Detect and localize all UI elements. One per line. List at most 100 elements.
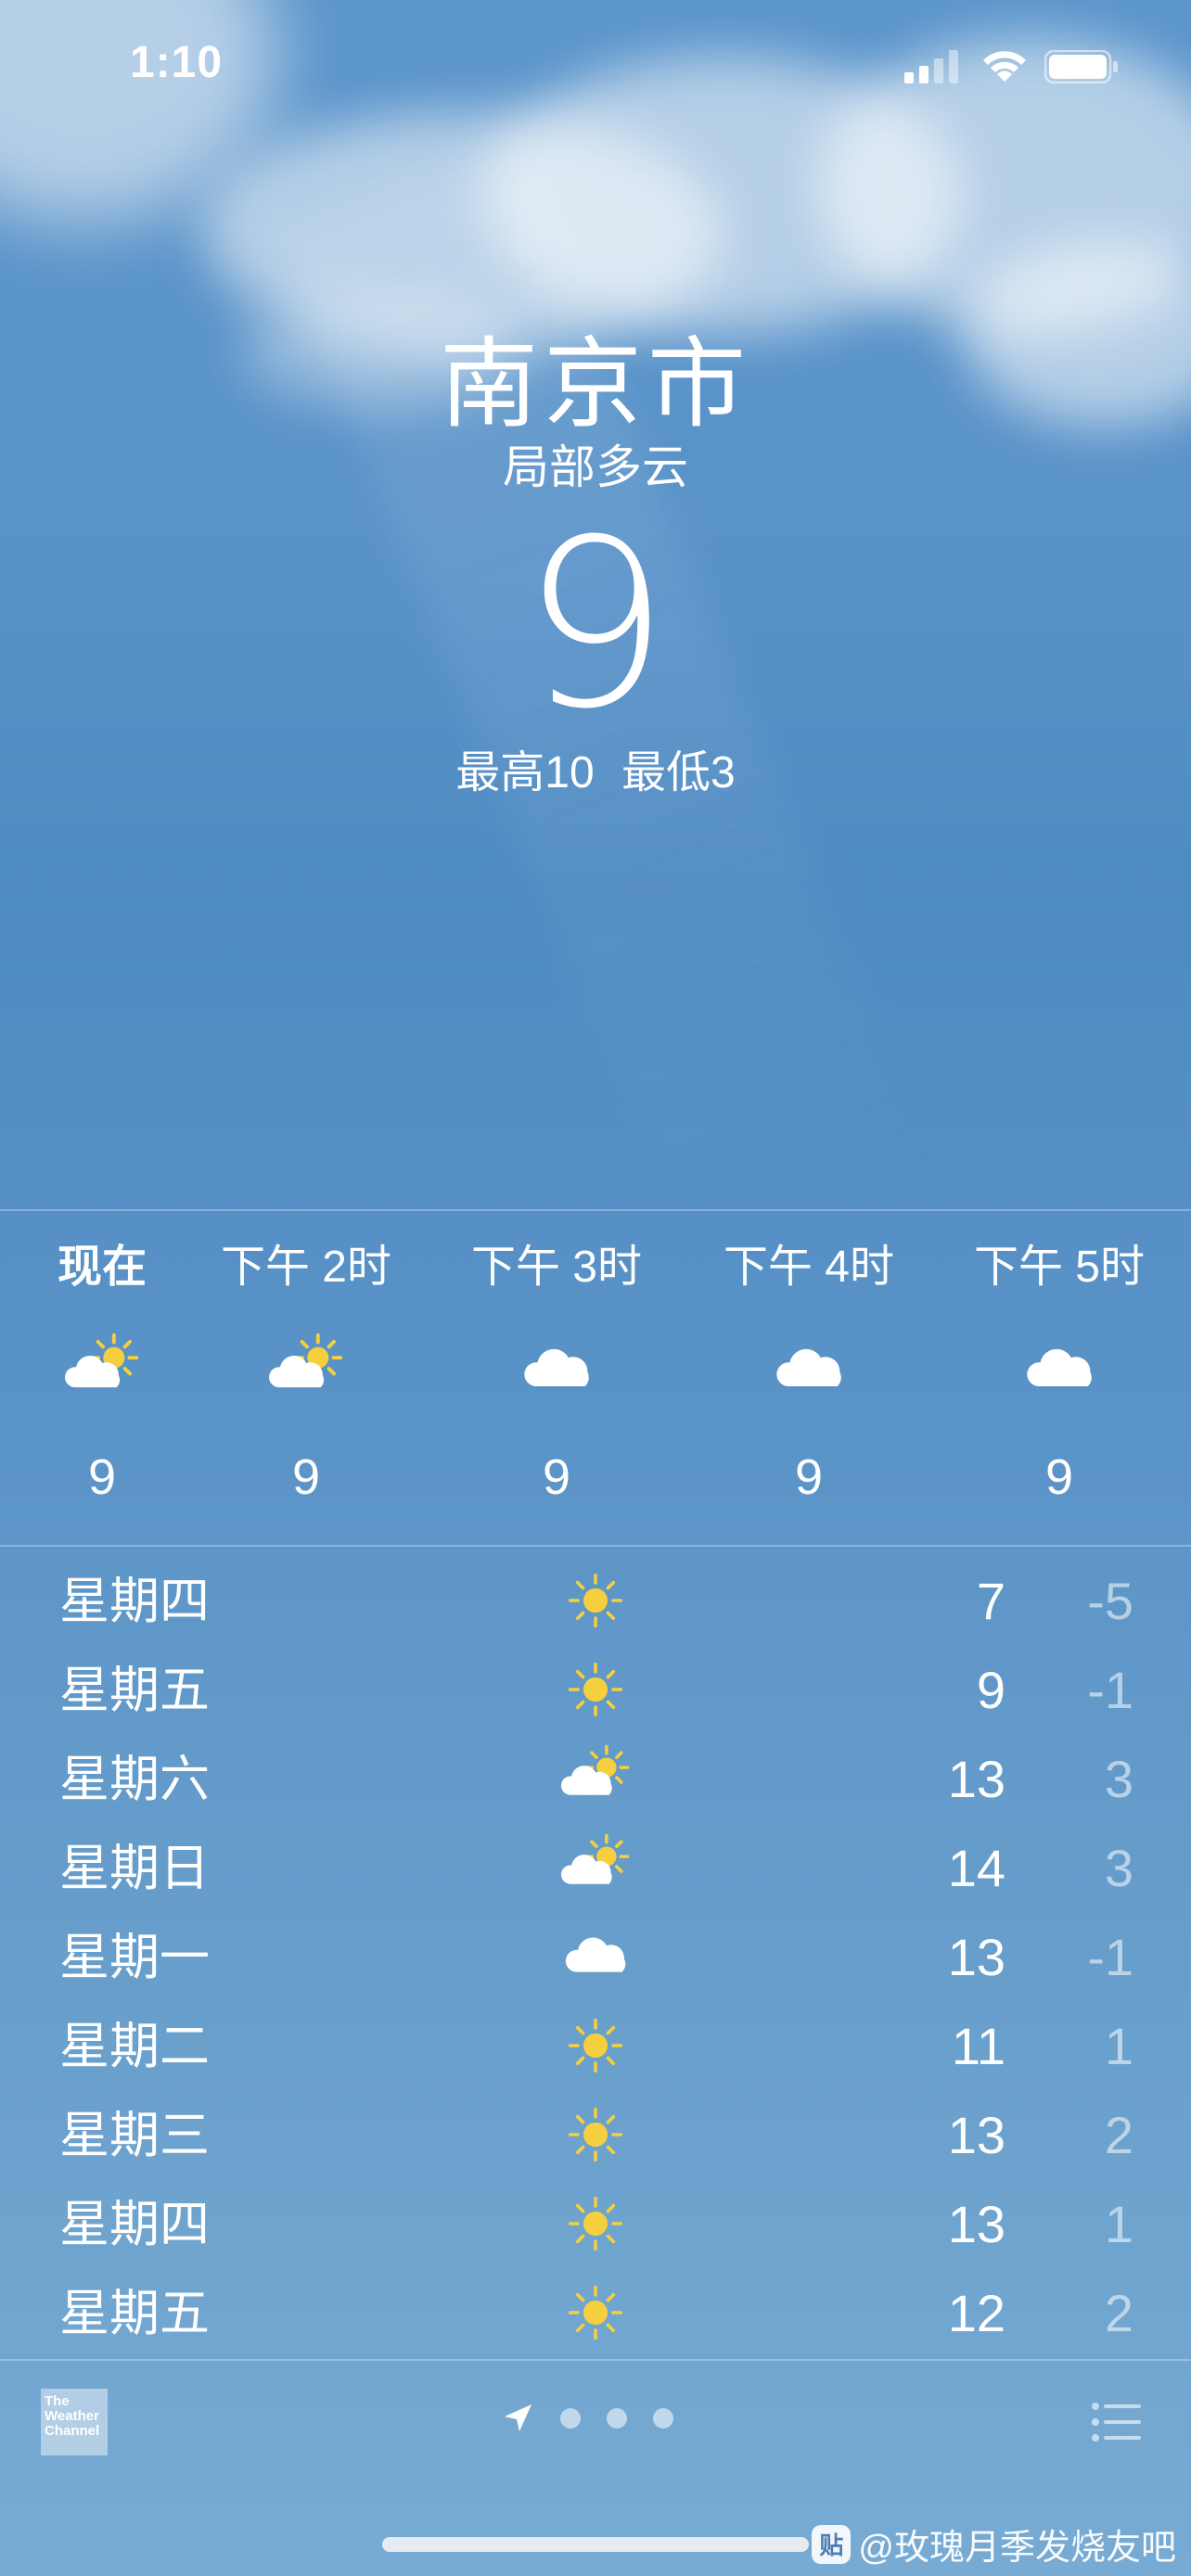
day-low: 1 xyxy=(1104,2017,1133,2075)
daily-row: 星期四 13 1 xyxy=(0,2179,1191,2268)
hourly-time: 下午 5时 xyxy=(973,1243,1146,1292)
bottom-toolbar: The Weather Channel xyxy=(0,2361,1191,2472)
cellular-signal-icon xyxy=(904,50,958,83)
daily-row: 星期日 14 3 xyxy=(0,1823,1191,1912)
city-name: 南京市 xyxy=(440,330,751,440)
hourly-item: 下午 2时 9 xyxy=(195,1211,417,1528)
day-low: 3 xyxy=(1104,1750,1133,1808)
hourly-time: 下午 3时 xyxy=(470,1243,643,1292)
divider xyxy=(0,1545,1191,1547)
hourly-icon xyxy=(0,1319,213,1421)
watermark-text: @玫瑰月季发烧友吧 xyxy=(858,2529,1176,2568)
list-icon[interactable] xyxy=(1091,2402,1143,2442)
hourly-temperature: 9 xyxy=(542,1449,571,1505)
hourly-forecast[interactable]: 现在 9 下午 2时 9 下午 3时 9 下午 4时 9 下午 5时 9 xyxy=(0,1211,1191,1545)
weather-channel-logo[interactable]: The Weather Channel xyxy=(41,2389,108,2455)
day-high: 13 xyxy=(947,2195,1005,2253)
watermark: 贴 @玫瑰月季发烧友吧 xyxy=(812,2519,1176,2570)
hourly-item: 下午 4时 9 xyxy=(698,1211,920,1528)
cloud-icon xyxy=(776,1348,841,1386)
sun-icon xyxy=(568,1662,623,1717)
day-low: -5 xyxy=(1087,1572,1133,1630)
daily-row: 星期五 12 2 xyxy=(0,2268,1191,2357)
day-low: 3 xyxy=(1104,1839,1133,1897)
sun-icon xyxy=(568,2196,623,2251)
day-high: 12 xyxy=(947,2284,1005,2342)
day-high: 11 xyxy=(951,2017,1005,2075)
day-weather-icon xyxy=(557,2010,634,2081)
day-weather-icon xyxy=(557,1832,634,1903)
hourly-temperature: 9 xyxy=(87,1449,117,1505)
sun-icon xyxy=(568,2285,623,2340)
status-time: 1:10 xyxy=(130,38,224,87)
day-name: 星期二 xyxy=(59,2019,210,2074)
condition-text: 局部多云 xyxy=(503,441,688,493)
hourly-item: 下午 3时 9 xyxy=(445,1211,668,1528)
low-temperature: 最低3 xyxy=(621,748,736,797)
daily-row: 星期二 11 1 xyxy=(0,2001,1191,2090)
daily-row: 星期四 7 -5 xyxy=(0,1556,1191,1645)
day-name: 星期日 xyxy=(59,1841,210,1896)
day-low: -1 xyxy=(1087,1661,1133,1719)
page-dot[interactable] xyxy=(607,2408,627,2429)
day-high: 13 xyxy=(947,2106,1005,2164)
day-name: 星期五 xyxy=(59,1663,210,1718)
daily-row: 星期五 9 -1 xyxy=(0,1645,1191,1734)
high-temperature: 最高10 xyxy=(455,748,595,797)
day-low: 1 xyxy=(1104,2195,1133,2253)
hourly-icon xyxy=(195,1319,417,1421)
high-low: 最高10 最低3 xyxy=(0,746,1191,801)
hourly-item: 下午 5时 9 xyxy=(948,1211,1171,1528)
day-weather-icon xyxy=(557,2277,634,2348)
page-dot[interactable] xyxy=(653,2408,673,2429)
day-high: 13 xyxy=(947,1750,1005,1808)
sun-behind-cloud-icon xyxy=(560,1744,630,1795)
hourly-temperature: 9 xyxy=(1044,1449,1074,1505)
hourly-temperature: 9 xyxy=(794,1449,824,1505)
wifi-icon xyxy=(983,51,1026,82)
day-weather-icon xyxy=(557,1921,634,1992)
sun-icon xyxy=(568,2018,623,2073)
hourly-icon xyxy=(445,1319,668,1421)
day-weather-icon xyxy=(557,1654,634,1725)
cloud-icon xyxy=(1027,1348,1092,1386)
current-temperature: 9 xyxy=(521,490,670,759)
sun-behind-cloud-icon xyxy=(560,1833,630,1884)
watermark-badge: 贴 xyxy=(812,2524,852,2564)
day-weather-icon xyxy=(557,1565,634,1636)
hourly-item: 现在 9 xyxy=(0,1211,213,1528)
hourly-icon xyxy=(948,1319,1171,1421)
day-name: 星期五 xyxy=(59,2286,210,2341)
day-weather-icon xyxy=(557,2188,634,2259)
day-weather-icon xyxy=(557,1743,634,1814)
daily-row: 星期一 13 -1 xyxy=(0,1912,1191,2001)
current-weather-header: 南京市 局部多云 9 最高10 最低3 xyxy=(0,325,1191,801)
day-high: 7 xyxy=(976,1572,1005,1630)
sun-icon xyxy=(568,1573,623,1628)
daily-row: 星期三 13 2 xyxy=(0,2090,1191,2179)
sun-behind-cloud-icon xyxy=(65,1333,139,1388)
status-bar: 1:10 xyxy=(0,0,1191,130)
day-high: 9 xyxy=(976,1661,1005,1719)
day-name: 星期四 xyxy=(59,1574,210,1629)
sun-behind-cloud-icon xyxy=(269,1333,343,1388)
day-high: 13 xyxy=(947,1928,1005,1986)
day-name: 星期四 xyxy=(59,2197,210,2252)
day-high: 14 xyxy=(947,1839,1005,1897)
location-arrow-icon[interactable] xyxy=(501,2402,534,2435)
day-name: 星期六 xyxy=(59,1752,210,1807)
cloud-icon xyxy=(565,1937,626,1972)
hourly-icon xyxy=(698,1319,920,1421)
day-name: 星期一 xyxy=(59,1930,210,1985)
daily-forecast[interactable]: 星期四 7 -5 星期五 9 -1 星期六 13 3 星期日 14 3 星期一 13 -1 星期二 11 1 星期三… xyxy=(0,1556,1191,2357)
sun-icon xyxy=(568,2107,623,2162)
day-low: 2 xyxy=(1104,2284,1133,2342)
hourly-time: 下午 2时 xyxy=(220,1243,392,1292)
day-weather-icon xyxy=(557,2099,634,2170)
day-low: -1 xyxy=(1087,1928,1133,1986)
page-dot[interactable] xyxy=(560,2408,581,2429)
hourly-time: 下午 4时 xyxy=(723,1243,895,1292)
home-indicator[interactable] xyxy=(382,2537,809,2552)
day-name: 星期三 xyxy=(59,2108,210,2163)
page-indicator[interactable] xyxy=(501,2400,673,2437)
